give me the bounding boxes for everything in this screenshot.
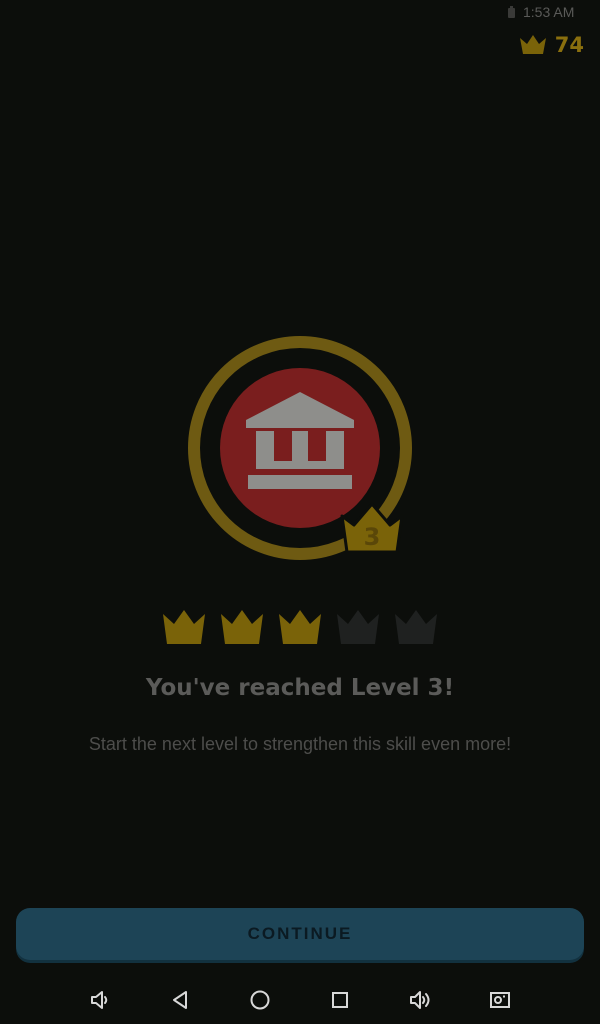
volume-up-icon[interactable] [408, 988, 432, 1012]
recents-icon[interactable] [328, 988, 352, 1012]
crown-icon [221, 610, 263, 644]
battery-icon [508, 6, 515, 18]
level-crowns [0, 608, 600, 646]
continue-button-label: CONTINUE [247, 924, 353, 943]
volume-down-icon[interactable] [88, 988, 112, 1012]
crown-icon [279, 610, 321, 644]
navigation-bar [0, 976, 600, 1024]
screenshot-icon[interactable] [488, 988, 512, 1012]
level-reached-subtitle: Start the next level to strengthen this … [88, 734, 512, 754]
status-time: 1:53 AM [523, 4, 575, 20]
level-reached-title: You've reached Level 3! [145, 675, 455, 701]
crown-icon [337, 610, 379, 644]
crown-icon [519, 35, 546, 54]
crown-counter: 74 [519, 30, 584, 60]
back-icon[interactable] [168, 988, 192, 1012]
continue-button[interactable]: CONTINUE [16, 908, 584, 960]
crown-icon [395, 610, 437, 644]
crown-icon [163, 610, 205, 644]
crown-count: 74 [554, 33, 584, 57]
level-number: 3 [364, 523, 381, 551]
status-bar: 1:53 AM [0, 0, 600, 26]
skill-badge: 3 [188, 336, 412, 560]
home-icon[interactable] [248, 988, 272, 1012]
level-crown-badge: 3 [340, 502, 404, 554]
